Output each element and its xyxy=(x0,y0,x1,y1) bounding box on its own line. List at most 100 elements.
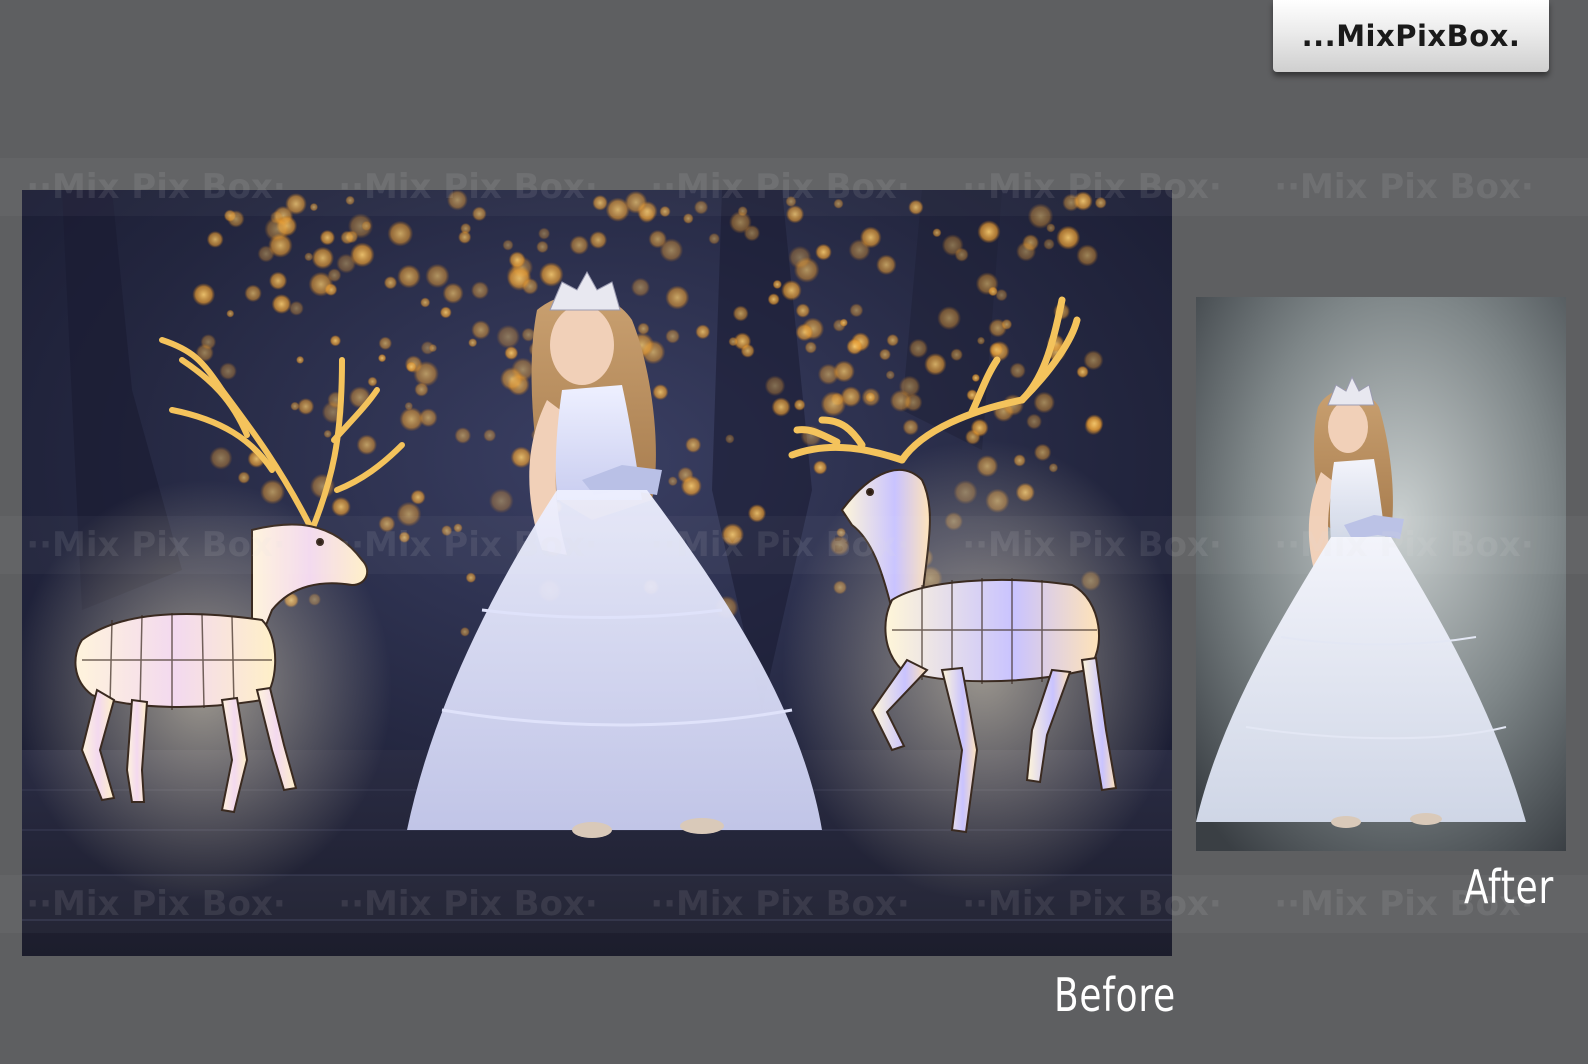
bokeh-light xyxy=(1016,241,1037,262)
bokeh-light xyxy=(226,309,235,318)
bokeh-light xyxy=(747,504,767,523)
bokeh-light xyxy=(378,515,396,533)
bokeh-light xyxy=(471,320,491,340)
bokeh-light xyxy=(425,263,450,289)
bokeh-light xyxy=(496,324,521,349)
bokeh-light xyxy=(685,436,702,453)
bokeh-light xyxy=(652,384,669,401)
bokeh-light xyxy=(889,389,913,412)
bokeh-light xyxy=(538,227,551,240)
bokeh-light xyxy=(1043,238,1055,250)
bokeh-light xyxy=(209,446,233,470)
bokeh-light xyxy=(886,333,899,347)
bokeh-light xyxy=(1085,414,1104,433)
bokeh-light xyxy=(624,190,648,214)
bokeh-light xyxy=(665,285,690,310)
bokeh-light xyxy=(977,220,1001,244)
bokeh-light xyxy=(833,198,844,209)
bokeh-light xyxy=(397,264,421,289)
bokeh-light xyxy=(885,370,895,380)
bokeh-light xyxy=(367,376,378,387)
after-caption: After xyxy=(1464,860,1555,914)
bokeh-light xyxy=(458,230,472,244)
bokeh-light xyxy=(1076,365,1089,379)
bokeh-light xyxy=(418,408,438,428)
bokeh-light xyxy=(488,488,514,514)
bokeh-light xyxy=(387,220,414,247)
watermark-text: ··Mix Pix Box· xyxy=(1274,167,1534,207)
bokeh-light xyxy=(349,242,375,268)
bokeh-light xyxy=(454,427,472,444)
bokeh-light xyxy=(442,282,464,304)
bokeh-light xyxy=(413,360,439,387)
bokeh-light xyxy=(813,460,828,475)
bokeh-light xyxy=(865,391,876,403)
bokeh-light xyxy=(378,336,393,351)
bokeh-light xyxy=(237,471,251,484)
brand-logo-text: ...MixPixBox. xyxy=(1301,19,1521,53)
bokeh-light xyxy=(460,626,470,637)
bokeh-light xyxy=(271,294,292,314)
bokeh-light xyxy=(950,348,963,362)
bokeh-light xyxy=(192,283,216,307)
bokeh-light xyxy=(1076,244,1099,267)
bokeh-light xyxy=(304,252,314,262)
bokeh-light xyxy=(804,341,817,354)
bokeh-light xyxy=(941,234,964,257)
bokeh-light xyxy=(410,489,426,505)
bokeh-light xyxy=(695,324,711,340)
bokeh-light xyxy=(725,434,735,444)
bokeh-light xyxy=(257,245,275,263)
bokeh-light xyxy=(764,375,786,397)
bokeh-light xyxy=(908,199,924,215)
bokeh-light xyxy=(471,206,487,222)
bokeh-light xyxy=(428,343,438,353)
bokeh-light xyxy=(268,271,288,290)
bokeh-light xyxy=(285,193,307,215)
bokeh-light xyxy=(937,306,962,331)
bokeh-light xyxy=(988,342,1004,357)
bokeh-light xyxy=(361,220,372,232)
bokeh-light xyxy=(465,572,477,583)
bokeh-light xyxy=(971,373,980,383)
bokeh-light xyxy=(308,271,334,297)
bokeh-light xyxy=(767,293,780,306)
bokeh-light xyxy=(420,297,431,308)
bokeh-light xyxy=(227,210,245,228)
bokeh-light xyxy=(521,277,539,295)
bokeh-light xyxy=(1009,362,1026,379)
bokeh-light xyxy=(932,228,942,238)
bokeh-light xyxy=(504,346,519,360)
bokeh-light xyxy=(659,205,671,218)
bokeh-light xyxy=(453,523,463,533)
bokeh-light xyxy=(592,194,608,211)
bokeh-light xyxy=(667,476,678,487)
bokeh-light xyxy=(468,338,478,348)
bokeh-light xyxy=(815,243,832,261)
bokeh-light xyxy=(414,382,429,397)
bokeh-light xyxy=(848,239,871,261)
bokeh-light xyxy=(680,475,702,497)
bokeh-light xyxy=(693,200,709,215)
bokeh-light xyxy=(439,306,452,319)
bokeh-light xyxy=(728,336,738,347)
bokeh-light xyxy=(539,262,564,287)
bokeh-light xyxy=(879,348,891,361)
bokeh-light xyxy=(502,239,514,251)
bokeh-light xyxy=(1027,203,1054,229)
bokeh-light xyxy=(1094,196,1107,209)
bokeh-light xyxy=(377,353,387,363)
bokeh-light xyxy=(732,305,749,322)
bokeh-light xyxy=(1062,193,1080,212)
bokeh-light xyxy=(398,531,411,543)
before-caption: Before xyxy=(1054,968,1176,1022)
bokeh-light xyxy=(219,362,238,381)
bokeh-light xyxy=(630,277,651,297)
bokeh-light xyxy=(345,195,355,206)
bokeh-light xyxy=(1033,391,1056,414)
bokeh-light xyxy=(970,418,989,437)
bokeh-light xyxy=(833,360,855,383)
bokeh-light xyxy=(795,303,811,318)
bokeh-light xyxy=(659,238,684,263)
bokeh-light xyxy=(589,231,608,249)
